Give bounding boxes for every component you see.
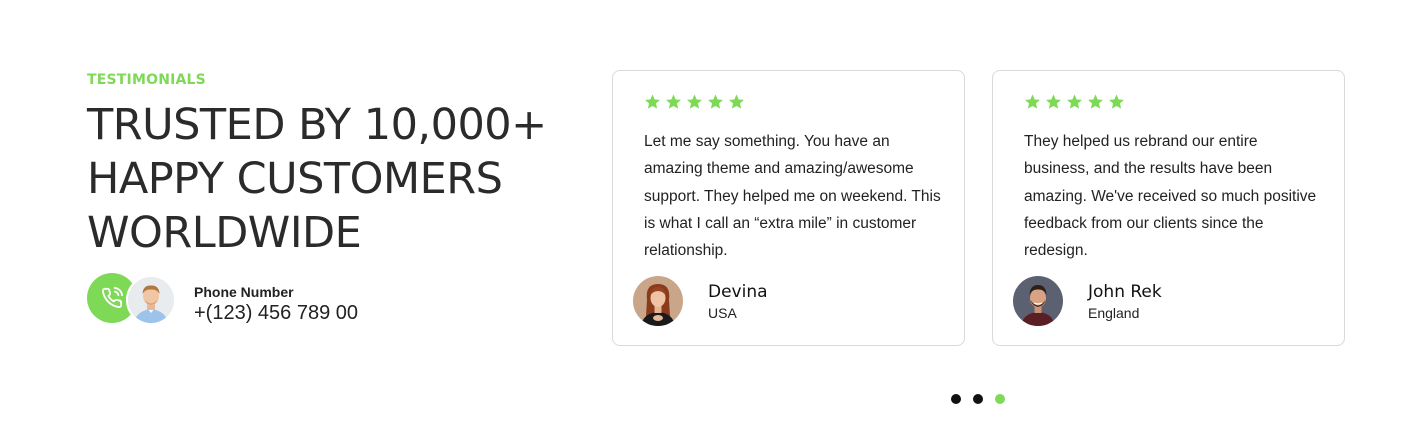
- star-icon: [1025, 94, 1040, 109]
- star-icon: [1067, 94, 1082, 109]
- star-icon: [1109, 94, 1124, 109]
- author-name: John Rek: [1088, 282, 1162, 302]
- star-rating: [1023, 93, 1126, 111]
- testimonial-card: Let me say something. You have an amazin…: [612, 70, 965, 346]
- star-icon: [687, 94, 702, 109]
- author-location: England: [1088, 305, 1140, 321]
- pagination-dot-active[interactable]: [995, 394, 1005, 404]
- testimonial-card: They helped us rebrand our entire busine…: [992, 70, 1345, 346]
- author-avatar: [633, 276, 683, 326]
- testimonial-quote: Let me say something. You have an amazin…: [644, 133, 941, 260]
- phone-number-link[interactable]: +(123) 456 789 00: [194, 302, 358, 325]
- pagination-dot[interactable]: [973, 394, 983, 404]
- headline-line: HAPPY CUSTOMERS: [87, 154, 503, 204]
- headline-line: TRUSTED BY 10,000+: [87, 100, 547, 150]
- phone-label: Phone Number: [194, 284, 294, 300]
- star-icon: [708, 94, 723, 109]
- phone-call-icon: [102, 287, 123, 308]
- author-name: Devina: [708, 282, 768, 302]
- star-icon: [645, 94, 660, 109]
- pagination-dot[interactable]: [951, 394, 961, 404]
- testimonial-quote: They helped us rebrand our entire busine…: [1024, 133, 1317, 260]
- slider-pagination: [951, 394, 1005, 404]
- testimonials-eyebrow: TESTIMONIALS: [87, 72, 206, 88]
- star-rating: [643, 93, 746, 111]
- star-icon: [729, 94, 744, 109]
- star-icon: [1088, 94, 1103, 109]
- author-avatar: [1013, 276, 1063, 326]
- star-icon: [666, 94, 681, 109]
- headline-line: WORLDWIDE: [87, 208, 362, 258]
- contact-avatar: [126, 275, 176, 325]
- star-icon: [1046, 94, 1061, 109]
- author-location: USA: [708, 305, 737, 321]
- section-headline: TRUSTED BY 10,000+ HAPPY CUSTOMERS WORLD…: [87, 98, 567, 260]
